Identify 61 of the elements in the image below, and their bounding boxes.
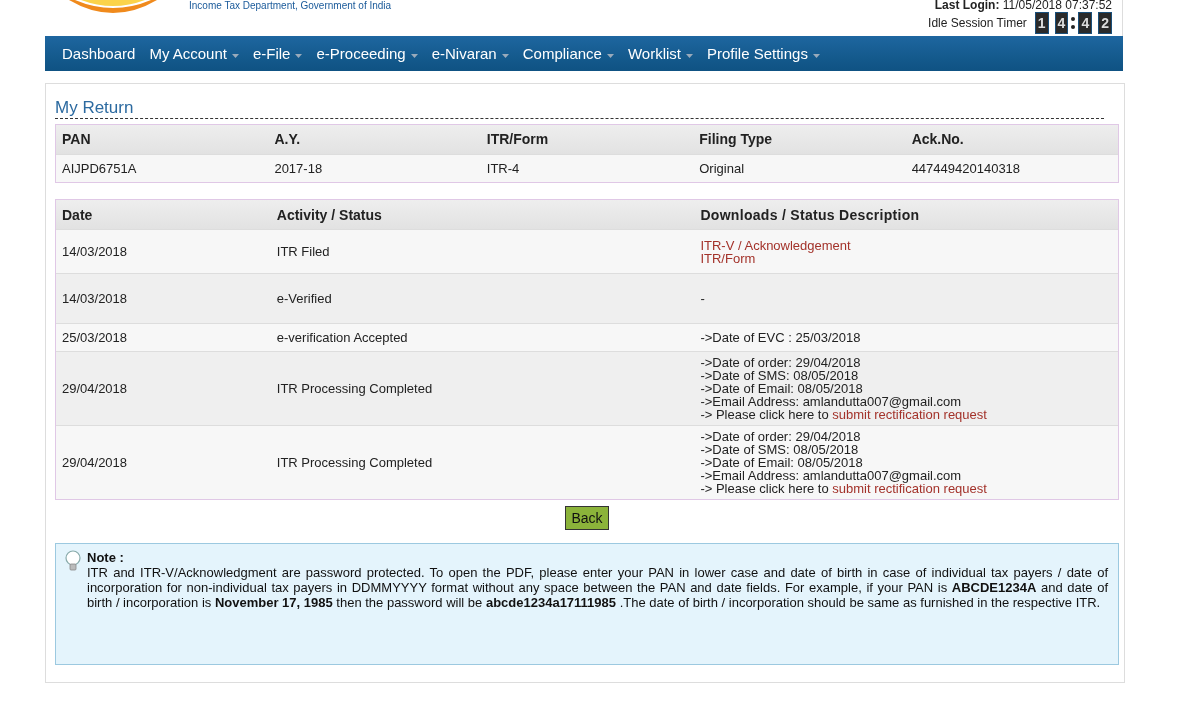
nav-menu-item[interactable]: Profile Settings: [700, 45, 827, 62]
nav-menu-item[interactable]: Compliance: [515, 45, 621, 62]
status-line: ->Date of Email: 08/05/2018: [700, 456, 863, 469]
department-name: Income Tax Department, Government of India: [189, 0, 392, 11]
column-header: Date: [61, 206, 94, 223]
status-line: ->Date of order: 29/04/2018: [700, 430, 861, 443]
page-title: My Return: [55, 98, 1104, 119]
table-cell-text: 25/03/2018: [61, 330, 129, 345]
status-line: ->Date of Email: 08/05/2018: [700, 382, 863, 395]
last-login-time: 11/05/2018 07:37:52: [1002, 0, 1112, 12]
rectification-link[interactable]: submit rectification request: [832, 481, 987, 496]
status-line: ->Email Address: amlandutta007@gmail.com: [700, 395, 962, 408]
column-header: Downloads / Status Description: [699, 206, 921, 223]
table-cell-text: AIJPD6751A: [61, 160, 138, 178]
back-button[interactable]: Back: [565, 506, 609, 530]
timer-digit: 2: [1098, 12, 1112, 34]
nav-menu-item[interactable]: My Account: [142, 45, 246, 62]
table-cell-text: e-verification Accepted: [275, 330, 409, 345]
column-header: ITR/Form: [485, 130, 550, 149]
note-text: ITR and ITR-V/Acknowledgment are password protected. To open the PDF, please enter your PAN in lower case and date of birth in case of individual tax payers / date of incorporation for non-individual tax payers in DDMMYYYY format without any space between the PAN and date fields. For example, if your PAN is ABCDE1234A and date of birth / incorporation is November 17, 1985 then the password will be abcde1234a17111985 .The date of birth / incorporation should be same as furnished in the respective ITR.: [87, 565, 1109, 610]
status-line: -> Please click here to submit rectification request: [700, 482, 987, 495]
status-line: ->Email Address: amlandutta007@gmail.com: [700, 469, 962, 482]
timer-digit: 1: [1034, 12, 1049, 34]
table-cell-text: ITR Processing Completed: [275, 381, 434, 396]
timer-digit: 4: [1078, 12, 1093, 34]
timer-digit: 4: [1054, 12, 1069, 34]
nav-menu-item[interactable]: e-Proceeding: [309, 45, 425, 62]
table-cell-text: 14/03/2018: [61, 244, 129, 259]
table-cell-text: Original: [698, 160, 745, 178]
table-cell-text: 14/03/2018: [61, 291, 129, 306]
download-link[interactable]: ITR/Form: [700, 251, 756, 265]
nav-menu-item[interactable]: e-File: [245, 45, 310, 62]
rectification-link[interactable]: submit rectification request: [832, 407, 987, 422]
nav-menu-item[interactable]: e-Nivaran: [424, 45, 516, 62]
status-line: ->Date of SMS: 08/05/2018: [700, 369, 859, 382]
status-line: ->Date of SMS: 08/05/2018: [700, 443, 859, 456]
table-cell-text: ITR-4: [485, 160, 521, 178]
colon-icon: [1071, 16, 1076, 30]
lightbulb-icon: [65, 550, 81, 572]
column-header: A.Y.: [273, 130, 302, 149]
table-cell-text: e-Verified: [275, 291, 333, 306]
column-header: PAN: [61, 130, 92, 149]
column-header: Ack.No.: [910, 130, 965, 149]
status-line: ->Date of EVC : 25/03/2018: [700, 331, 861, 344]
note-heading: Note :: [87, 550, 125, 565]
column-header: Filing Type: [698, 130, 774, 149]
nav-menu-item[interactable]: Dashboard: [55, 45, 143, 62]
download-link[interactable]: ITR-V / Acknowledgement: [700, 238, 851, 252]
last-login-label: Last Login:: [934, 0, 1000, 12]
table-cell-text: 447449420140318: [910, 160, 1022, 178]
table-cell-text: ITR Filed: [275, 244, 331, 259]
table-cell-text: 29/04/2018: [61, 455, 129, 470]
table-cell-text: 29/04/2018: [61, 381, 129, 396]
status-line: -: [700, 292, 705, 305]
column-header: Activity / Status: [275, 206, 383, 223]
idle-timer-label: Idle Session Timer: [928, 16, 1027, 30]
table-cell-text: ITR Processing Completed: [275, 455, 434, 470]
nav-menu-item[interactable]: Worklist: [620, 45, 700, 62]
status-line: ->Date of order: 29/04/2018: [700, 356, 861, 369]
table-cell-text: 2017-18: [273, 160, 324, 178]
status-line: -> Please click here to submit rectification request: [700, 408, 987, 421]
